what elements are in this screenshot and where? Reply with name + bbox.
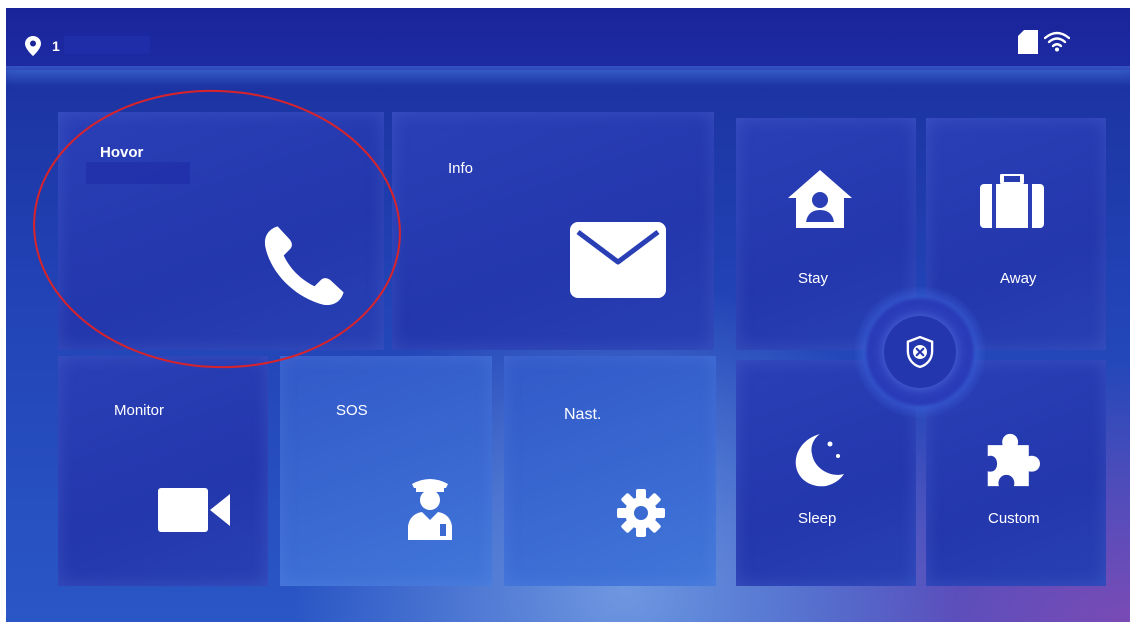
- info-label: Info: [448, 160, 474, 177]
- stay-label: Stay: [798, 270, 829, 287]
- monitor-tile[interactable]: Monitor: [58, 356, 268, 586]
- envelope-icon: [570, 222, 666, 298]
- custom-label: Custom: [988, 510, 1040, 527]
- gear-icon: [617, 489, 665, 537]
- away-label: Away: [1000, 270, 1037, 287]
- monitor-label: Monitor: [114, 402, 165, 419]
- security-guard-icon: [408, 479, 452, 540]
- sleep-label: Sleep: [798, 510, 837, 527]
- sd-card-icon: [1018, 30, 1038, 54]
- moon-icon: [795, 434, 844, 487]
- shield-x-icon: [906, 336, 934, 368]
- settings-label: Nast.: [564, 406, 602, 423]
- disarm-button[interactable]: [884, 316, 956, 388]
- suitcase-icon: [980, 174, 1044, 228]
- home-person-icon: [788, 170, 852, 228]
- status-bar: 1: [6, 8, 1130, 86]
- sos-label: SOS: [336, 402, 368, 419]
- settings-tile[interactable]: Nast.: [504, 356, 716, 586]
- status-bar-glow: [6, 66, 1130, 86]
- info-tile[interactable]: Info: [392, 112, 714, 350]
- sos-tile[interactable]: SOS: [280, 356, 492, 586]
- wifi-icon: [1044, 31, 1070, 52]
- video-camera-icon: [158, 488, 230, 532]
- location-name-redacted: [64, 36, 150, 54]
- location-icon: [25, 36, 41, 56]
- location-number: 1: [52, 38, 60, 54]
- puzzle-icon: [987, 433, 1040, 487]
